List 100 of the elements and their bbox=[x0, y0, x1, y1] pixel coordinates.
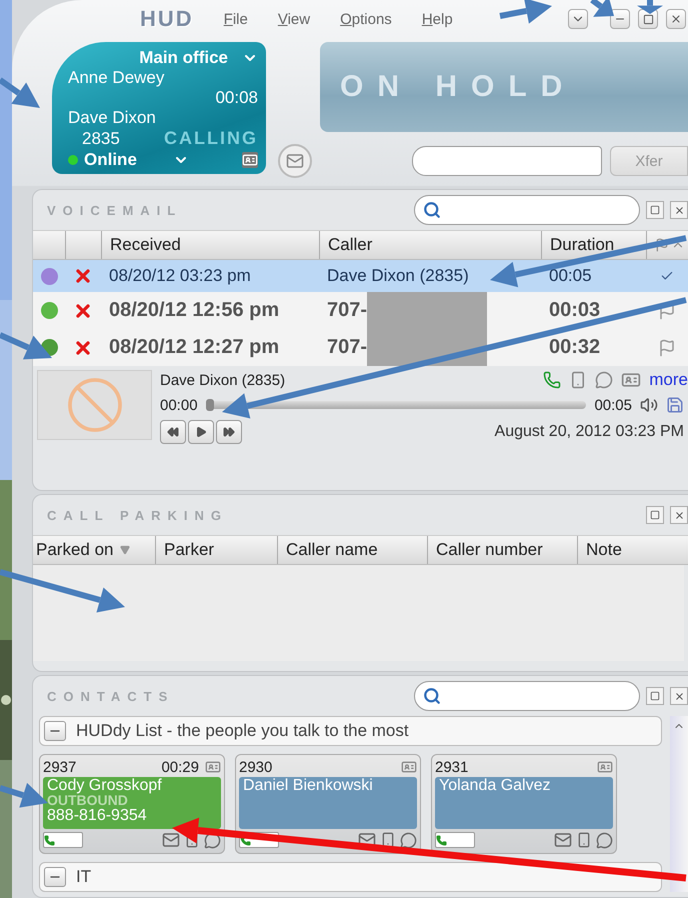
app-logo: HUD bbox=[140, 6, 194, 32]
forward-icon bbox=[223, 426, 235, 438]
mobile-icon[interactable] bbox=[576, 832, 592, 848]
hold-label: ON HOLD bbox=[340, 70, 576, 104]
column-header[interactable]: Caller name bbox=[286, 540, 378, 560]
panel-title: CONTACTS bbox=[47, 688, 174, 704]
group-label: IT bbox=[76, 867, 92, 887]
presence-label[interactable]: Online bbox=[84, 150, 137, 170]
search-field[interactable] bbox=[414, 195, 640, 225]
phone-icon bbox=[436, 834, 447, 846]
column-header[interactable]: Parked on bbox=[36, 540, 114, 560]
annotation-arrow bbox=[637, 0, 663, 14]
menu-item[interactable]: Help bbox=[422, 10, 453, 28]
close-button[interactable] bbox=[670, 687, 688, 705]
maximize-icon bbox=[642, 14, 654, 24]
mail-icon[interactable] bbox=[278, 144, 312, 178]
table-cell: 707- bbox=[327, 336, 368, 359]
column-header[interactable]: Caller bbox=[319, 231, 541, 259]
maximize-button[interactable] bbox=[646, 506, 664, 524]
close-button[interactable] bbox=[670, 201, 688, 219]
annotation-arrow bbox=[0, 332, 52, 360]
column-header[interactable]: Note bbox=[586, 540, 622, 560]
dropdown-button[interactable] bbox=[568, 9, 588, 29]
flag-icon[interactable] bbox=[655, 238, 669, 252]
close-icon bbox=[674, 204, 684, 216]
column-header[interactable]: Parker bbox=[164, 540, 214, 560]
panel-title: CALL PARKING bbox=[47, 508, 228, 522]
phone-icon bbox=[44, 834, 55, 846]
rewind-button[interactable] bbox=[160, 420, 186, 444]
menu-item[interactable]: File bbox=[224, 10, 248, 28]
table-cell: 707- bbox=[327, 299, 368, 322]
call-timer: 00:29 bbox=[161, 758, 199, 776]
column-header[interactable]: Received bbox=[101, 231, 319, 259]
caller-name: Dave Dixon bbox=[68, 108, 157, 128]
search-icon bbox=[423, 687, 441, 705]
minimize-button[interactable] bbox=[610, 9, 630, 29]
chat-icon[interactable] bbox=[596, 832, 613, 848]
more-link[interactable]: more bbox=[649, 370, 688, 390]
maximize-icon bbox=[650, 691, 660, 701]
contact-card-icon[interactable] bbox=[597, 759, 613, 775]
voicemail-row[interactable]: 08/20/12 12:27 pm 707- 00:32 bbox=[33, 329, 688, 366]
contact-name: Yolanda Galvez bbox=[439, 777, 552, 794]
contact-extension: 2930 bbox=[239, 758, 272, 776]
close-icon bbox=[674, 690, 684, 702]
play-icon bbox=[195, 426, 207, 438]
close-icon bbox=[670, 13, 682, 25]
contact-card[interactable]: 2931 Yolanda Galvez bbox=[431, 754, 617, 854]
maximize-button[interactable] bbox=[646, 687, 664, 705]
voicemail-row[interactable]: 08/20/12 03:23 pm Dave Dixon (2835) 00:05 bbox=[33, 260, 688, 292]
play-button[interactable] bbox=[188, 420, 214, 444]
contact-extension: 2937 bbox=[43, 758, 76, 776]
maximize-button[interactable] bbox=[646, 201, 664, 219]
annotation-arrow bbox=[499, 0, 552, 24]
annotation-arrow bbox=[0, 782, 48, 808]
mail-icon[interactable] bbox=[162, 831, 180, 849]
contact-card[interactable]: 2937 00:29 Cody Grosskopf OUTBOUND 888-816-9354 bbox=[39, 754, 225, 854]
annotation-arrow bbox=[0, 78, 40, 108]
playback-slider[interactable] bbox=[206, 401, 586, 409]
table-cell-text: 00:05 bbox=[548, 266, 593, 286]
maximize-icon bbox=[650, 510, 660, 520]
contact-card-icon[interactable] bbox=[401, 759, 417, 775]
caller-name: Dave Dixon (2835) bbox=[160, 372, 286, 388]
dial-pad[interactable] bbox=[43, 832, 83, 848]
elapsed-time: 00:00 bbox=[160, 396, 198, 414]
column-header[interactable]: Duration bbox=[541, 231, 646, 259]
close-button[interactable] bbox=[670, 506, 688, 524]
rewind-icon bbox=[167, 426, 179, 438]
contact-card[interactable]: 2930 Daniel Bienkowski bbox=[235, 754, 421, 854]
forward-button[interactable] bbox=[216, 420, 242, 444]
maximize-icon bbox=[650, 205, 660, 215]
collapse-button[interactable] bbox=[44, 867, 66, 887]
menu-item[interactable]: Options bbox=[340, 10, 392, 28]
presence-dot bbox=[68, 155, 78, 165]
voicemail-row[interactable]: 08/20/12 12:56 pm 707- 00:03 bbox=[33, 292, 688, 329]
sort-icon[interactable] bbox=[120, 545, 130, 555]
group-label: HUDdy List - the people you talk to the most bbox=[76, 721, 409, 741]
dial-pad[interactable] bbox=[435, 832, 475, 848]
table-cell: Dave Dixon (2835) bbox=[327, 266, 469, 286]
phone-icon[interactable] bbox=[543, 371, 562, 389]
chat-icon[interactable] bbox=[400, 832, 417, 848]
mobile-icon[interactable] bbox=[380, 832, 396, 848]
call-state: CALLING bbox=[164, 128, 258, 149]
call-state: OUTBOUND bbox=[47, 794, 128, 807]
contact-card-icon[interactable] bbox=[205, 759, 221, 775]
contact-name: Daniel Bienkowski bbox=[243, 777, 374, 794]
menu-item[interactable]: View bbox=[278, 10, 310, 28]
contact-name: Cody Grosskopf bbox=[47, 777, 163, 794]
annotation-arrow bbox=[590, 0, 614, 17]
collapse-button[interactable] bbox=[44, 721, 66, 741]
column-header[interactable]: Caller number bbox=[436, 540, 543, 560]
chat-icon[interactable] bbox=[595, 371, 614, 389]
contact-extension: 2931 bbox=[435, 758, 468, 776]
close-button[interactable] bbox=[666, 9, 686, 29]
volume-icon[interactable] bbox=[640, 396, 658, 414]
total-time: 00:05 bbox=[594, 396, 632, 414]
search-field[interactable] bbox=[414, 681, 640, 711]
call-timer: 00:08 bbox=[215, 88, 258, 108]
transfer-field[interactable] bbox=[412, 146, 602, 176]
table-cell-text: 08/20/12 12:56 pm bbox=[108, 299, 280, 322]
mail-icon[interactable] bbox=[554, 831, 572, 849]
